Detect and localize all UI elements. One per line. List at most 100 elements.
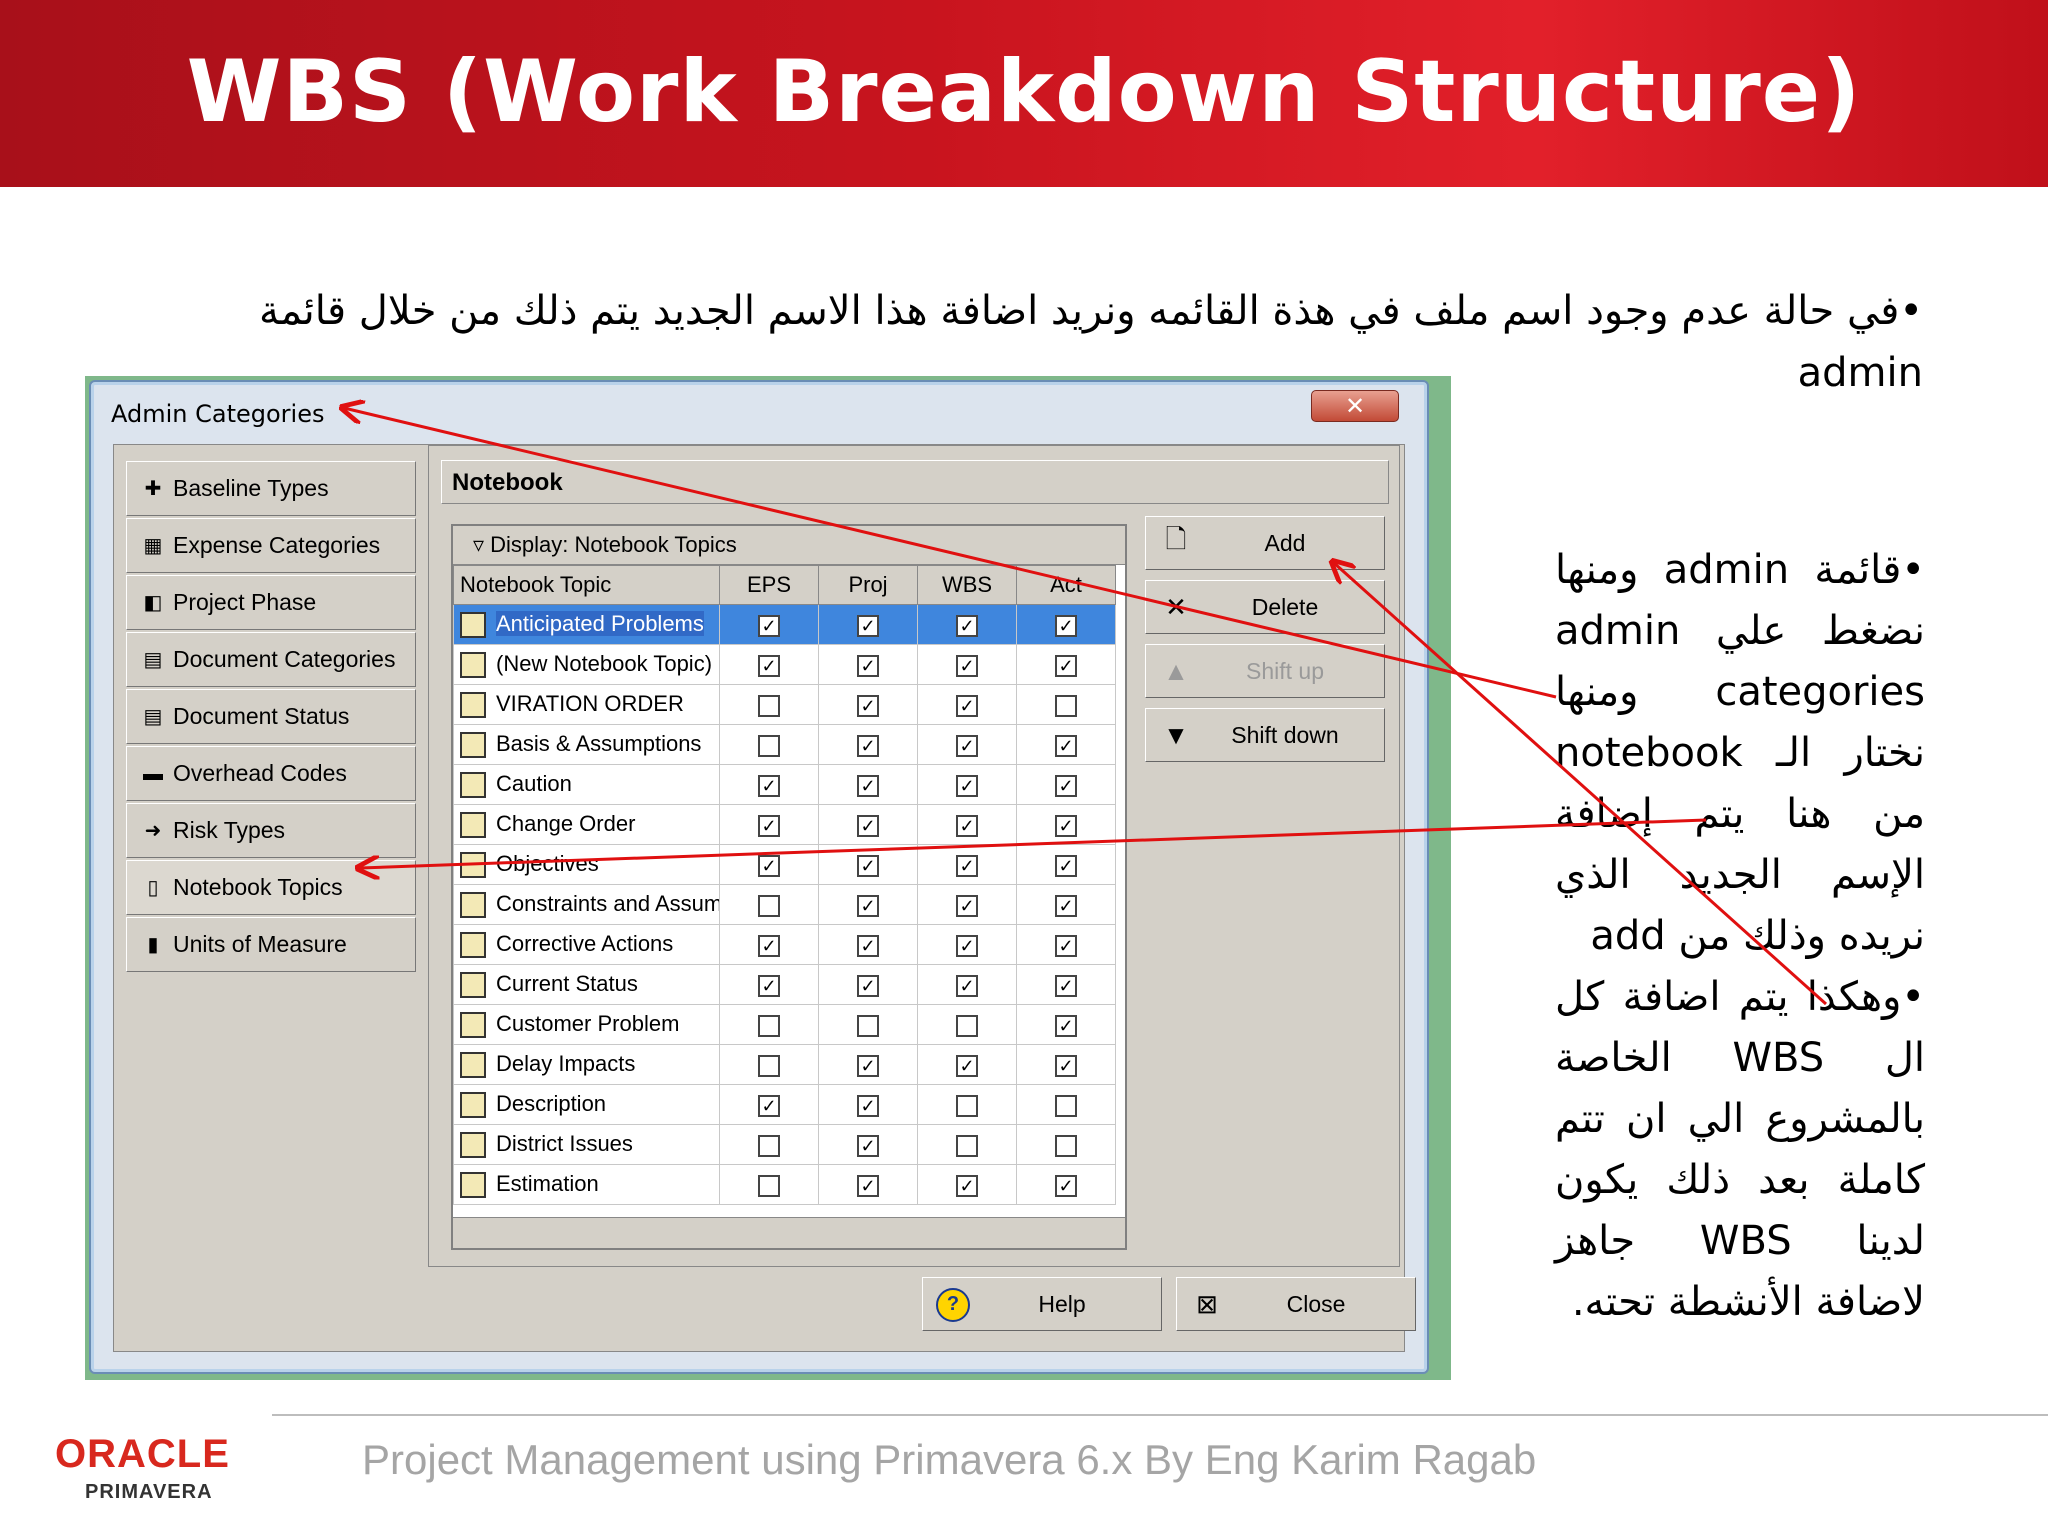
eps-checkbox[interactable] — [758, 1134, 780, 1157]
act-checkbox[interactable]: ✓ — [1055, 974, 1077, 997]
wbs-checkbox[interactable] — [956, 1094, 978, 1117]
proj-checkbox[interactable]: ✓ — [857, 934, 879, 957]
topic-cell[interactable]: Current Status — [453, 964, 720, 1005]
wbs-checkbox[interactable]: ✓ — [956, 854, 978, 877]
wbs-checkbox[interactable]: ✓ — [956, 894, 978, 917]
table-row[interactable]: Constraints and Assumptions ✓ ✓ ✓ — [453, 884, 1116, 925]
add-button[interactable]: 🗋 Add — [1145, 516, 1385, 570]
table-row[interactable]: Caution ✓ ✓ ✓ ✓ — [453, 764, 1116, 805]
eps-checkbox[interactable]: ✓ — [758, 854, 780, 877]
topic-cell[interactable]: Estimation — [453, 1164, 720, 1205]
nav-item-overhead-codes[interactable]: ▬ Overhead Codes — [126, 746, 416, 801]
table-row[interactable]: District Issues ✓ — [453, 1124, 1116, 1165]
table-row[interactable]: Delay Impacts ✓ ✓ ✓ — [453, 1044, 1116, 1085]
table-row[interactable]: Current Status ✓ ✓ ✓ ✓ — [453, 964, 1116, 1005]
topic-cell[interactable]: Corrective Actions — [453, 924, 720, 965]
topic-cell[interactable]: Change Order — [453, 804, 720, 845]
wbs-checkbox[interactable]: ✓ — [956, 694, 978, 717]
topic-cell[interactable]: VIRATION ORDER — [453, 684, 720, 725]
act-checkbox[interactable]: ✓ — [1055, 934, 1077, 957]
act-checkbox[interactable]: ✓ — [1055, 1054, 1077, 1077]
wbs-checkbox[interactable]: ✓ — [956, 934, 978, 957]
table-row[interactable]: Customer Problem ✓ — [453, 1004, 1116, 1045]
eps-checkbox[interactable] — [758, 694, 780, 717]
wbs-checkbox[interactable] — [956, 1014, 978, 1037]
nav-item-expense-categories[interactable]: ▦ Expense Categories — [126, 518, 416, 573]
nav-item-notebook-topics[interactable]: ▯ Notebook Topics — [126, 860, 416, 915]
nav-item-document-status[interactable]: ▤ Document Status — [126, 689, 416, 744]
horizontal-scrollbar[interactable] — [453, 1217, 1125, 1248]
proj-checkbox[interactable]: ✓ — [857, 894, 879, 917]
eps-checkbox[interactable]: ✓ — [758, 974, 780, 997]
act-checkbox[interactable]: ✓ — [1055, 1014, 1077, 1037]
act-checkbox[interactable] — [1055, 1094, 1077, 1117]
eps-checkbox[interactable] — [758, 894, 780, 917]
table-row[interactable]: Objectives ✓ ✓ ✓ ✓ — [453, 844, 1116, 885]
proj-checkbox[interactable]: ✓ — [857, 1094, 879, 1117]
topic-cell[interactable]: Customer Problem — [453, 1004, 720, 1045]
nav-item-document-categories[interactable]: ▤ Document Categories — [126, 632, 416, 687]
act-checkbox[interactable]: ✓ — [1055, 614, 1077, 637]
proj-checkbox[interactable]: ✓ — [857, 774, 879, 797]
proj-checkbox[interactable]: ✓ — [857, 814, 879, 837]
topic-cell[interactable]: Constraints and Assumptions — [453, 884, 720, 925]
topic-cell[interactable]: Caution — [453, 764, 720, 805]
topic-cell[interactable]: Basis & Assumptions — [453, 724, 720, 765]
col-act[interactable]: Act — [1016, 565, 1116, 605]
wbs-checkbox[interactable]: ✓ — [956, 974, 978, 997]
wbs-checkbox[interactable]: ✓ — [956, 734, 978, 757]
wbs-checkbox[interactable]: ✓ — [956, 1174, 978, 1197]
table-row[interactable]: (New Notebook Topic) ✓ ✓ ✓ ✓ — [453, 644, 1116, 685]
close-icon[interactable]: ✕ — [1311, 390, 1399, 422]
topic-cell[interactable]: Delay Impacts — [453, 1044, 720, 1085]
eps-checkbox[interactable]: ✓ — [758, 614, 780, 637]
table-row[interactable]: Estimation ✓ ✓ ✓ — [453, 1164, 1116, 1205]
table-row[interactable]: Description ✓ ✓ — [453, 1084, 1116, 1125]
act-checkbox[interactable]: ✓ — [1055, 854, 1077, 877]
close-button[interactable]: ⊠ Close — [1176, 1277, 1416, 1331]
table-row[interactable]: Basis & Assumptions ✓ ✓ ✓ — [453, 724, 1116, 765]
topic-cell[interactable]: Description — [453, 1084, 720, 1125]
eps-checkbox[interactable] — [758, 734, 780, 757]
wbs-checkbox[interactable]: ✓ — [956, 654, 978, 677]
col-wbs[interactable]: WBS — [917, 565, 1017, 605]
topic-cell[interactable]: Objectives — [453, 844, 720, 885]
act-checkbox[interactable] — [1055, 1134, 1077, 1157]
help-button[interactable]: ? Help — [922, 1277, 1162, 1331]
proj-checkbox[interactable] — [857, 1014, 879, 1037]
wbs-checkbox[interactable]: ✓ — [956, 814, 978, 837]
nav-item-project-phase[interactable]: ◧ Project Phase — [126, 575, 416, 630]
display-dropdown[interactable]: ▿ Display: Notebook Topics — [453, 526, 1125, 565]
col-notebook-topic[interactable]: Notebook Topic — [453, 565, 720, 605]
act-checkbox[interactable]: ✓ — [1055, 734, 1077, 757]
eps-checkbox[interactable] — [758, 1014, 780, 1037]
proj-checkbox[interactable]: ✓ — [857, 974, 879, 997]
act-checkbox[interactable]: ✓ — [1055, 814, 1077, 837]
proj-checkbox[interactable]: ✓ — [857, 1174, 879, 1197]
act-checkbox[interactable] — [1055, 694, 1077, 717]
act-checkbox[interactable]: ✓ — [1055, 1174, 1077, 1197]
proj-checkbox[interactable]: ✓ — [857, 614, 879, 637]
table-row[interactable]: VIRATION ORDER ✓ ✓ — [453, 684, 1116, 725]
proj-checkbox[interactable]: ✓ — [857, 654, 879, 677]
col-eps[interactable]: EPS — [719, 565, 819, 605]
nav-item-units-of-measure[interactable]: ▮ Units of Measure — [126, 917, 416, 972]
delete-button[interactable]: ✕ Delete — [1145, 580, 1385, 634]
act-checkbox[interactable]: ✓ — [1055, 654, 1077, 677]
eps-checkbox[interactable]: ✓ — [758, 774, 780, 797]
nav-item-risk-types[interactable]: ➜ Risk Types — [126, 803, 416, 858]
wbs-checkbox[interactable]: ✓ — [956, 1054, 978, 1077]
table-row[interactable]: Anticipated Problems ✓ ✓ ✓ ✓ — [453, 604, 1116, 645]
proj-checkbox[interactable]: ✓ — [857, 734, 879, 757]
wbs-checkbox[interactable]: ✓ — [956, 774, 978, 797]
eps-checkbox[interactable]: ✓ — [758, 1094, 780, 1117]
proj-checkbox[interactable]: ✓ — [857, 1054, 879, 1077]
table-row[interactable]: Corrective Actions ✓ ✓ ✓ ✓ — [453, 924, 1116, 965]
eps-checkbox[interactable]: ✓ — [758, 934, 780, 957]
proj-checkbox[interactable]: ✓ — [857, 854, 879, 877]
act-checkbox[interactable]: ✓ — [1055, 774, 1077, 797]
nav-item-baseline-types[interactable]: ✚ Baseline Types — [126, 461, 416, 516]
wbs-checkbox[interactable] — [956, 1134, 978, 1157]
eps-checkbox[interactable]: ✓ — [758, 814, 780, 837]
eps-checkbox[interactable] — [758, 1174, 780, 1197]
